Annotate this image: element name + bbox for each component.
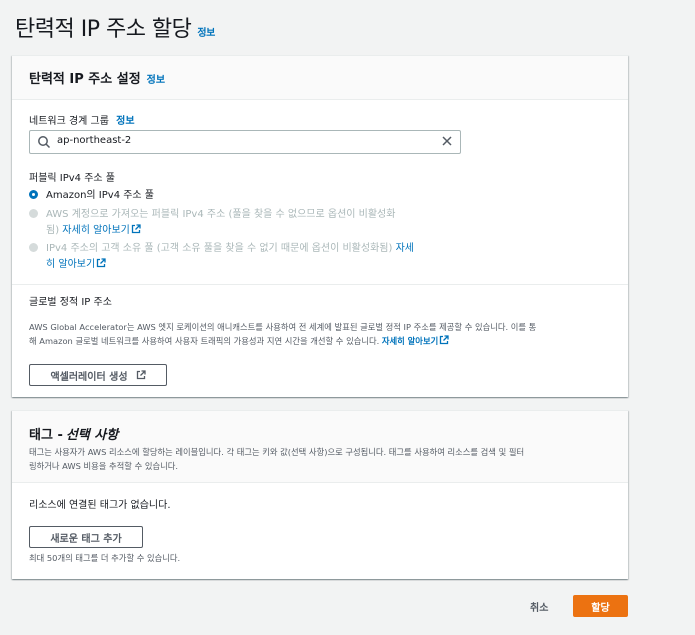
radio-byoip-label: AWS 계정으로 가져오는 퍼블릭 IPv4 주소 (풀을 찾을 수 없으므로 … (46, 207, 395, 239)
allocate-button[interactable]: 할당 (573, 595, 628, 617)
cancel-button[interactable]: 취소 (530, 599, 548, 614)
tags-title-optional: 선택 사항 (65, 428, 119, 443)
external-link-icon (97, 258, 106, 268)
byoip-learn-more-link[interactable]: 자세히 알아보기 (62, 224, 141, 236)
external-link-icon (136, 370, 146, 380)
customer-owned-learn-more-link-part1[interactable]: 자세 (396, 243, 414, 254)
network-border-group-search[interactable]: ap-northeast-2 (29, 130, 461, 154)
ipv4-pool-label: 퍼블릭 IPv4 주소 풀 (29, 173, 115, 184)
radio-byoip-text-line1: AWS 계정으로 가져오는 퍼블릭 IPv4 주소 (풀을 찾을 수 없으므로 … (46, 209, 396, 220)
add-new-tag-button[interactable]: 새로운 태그 추가 (29, 526, 143, 548)
radio-customer-owned-text: IPv4 주소의 고객 소유 풀 (고객 소유 풀을 찾을 수 없기 때문에 옵… (46, 243, 393, 254)
radio-byoip-pool: AWS 계정으로 가져오는 퍼블릭 IPv4 주소 (풀을 찾을 수 없으므로 … (29, 207, 395, 239)
global-static-ip-label: 글로벌 정적 IP 주소 (29, 297, 112, 308)
create-accelerator-button[interactable]: 액셀러레이터 생성 (29, 364, 167, 386)
global-accelerator-description: AWS Global Accelerator는 AWS 엣지 로케이션의 애니캐… (29, 320, 619, 348)
tags-title: 태그 - (29, 428, 63, 443)
settings-panel-title: 탄력적 IP 주소 설정 (29, 72, 141, 87)
radio-selected-indicator[interactable] (29, 190, 38, 199)
customer-owned-learn-more-text[interactable]: 히 알아보기 (46, 259, 95, 270)
page-info-link[interactable]: 정보 (197, 24, 215, 39)
tags-desc-line1: 태그는 사용자가 AWS 리소스에 할당하는 레이블입니다. 각 태그는 키와 … (29, 447, 525, 457)
tags-desc-line2: 링하거나 AWS 비용을 추적할 수 있습니다. (29, 461, 179, 471)
settings-info-link[interactable]: 정보 (147, 71, 165, 86)
global-learn-more-text[interactable]: 자세히 알아보기 (382, 336, 438, 346)
network-border-group-info-link[interactable]: 정보 (116, 116, 134, 127)
page-title-text: 탄력적 IP 주소 할당 (15, 17, 192, 42)
section-divider (12, 284, 628, 285)
no-tags-message: 리소스에 연결된 태그가 없습니다. (29, 500, 171, 511)
network-border-group-value[interactable]: ap-northeast-2 (57, 135, 131, 146)
external-link-icon (440, 335, 449, 345)
tags-limit-hint: 최대 50개의 태그를 더 추가할 수 있습니다. (29, 553, 181, 563)
external-link-icon (131, 224, 141, 234)
search-icon (38, 136, 51, 149)
network-border-group-label: 네트워크 경계 그룹 정보 (29, 112, 135, 127)
network-border-group-label-text: 네트워크 경계 그룹 (29, 116, 109, 127)
global-desc-line1: AWS Global Accelerator는 AWS 엣지 로케이션의 애니캐… (29, 322, 537, 332)
byoip-learn-more-text[interactable]: 자세히 알아보기 (62, 225, 130, 236)
radio-disabled-indicator (29, 209, 38, 218)
radio-customer-owned-pool: IPv4 주소의 고객 소유 풀 (고객 소유 풀을 찾을 수 없기 때문에 옵… (29, 241, 414, 273)
create-accelerator-label: 액셀러레이터 생성 (50, 371, 128, 383)
tags-panel-header: 태그 - 선택 사항 태그는 사용자가 AWS 리소스에 할당하는 레이블입니다… (12, 411, 628, 483)
radio-byoip-text-line2: 됨) (46, 225, 60, 236)
tags-description: 태그는 사용자가 AWS 리소스에 할당하는 레이블입니다. 각 태그는 키와 … (29, 445, 624, 473)
page-title: 탄력적 IP 주소 할당 정보 (15, 11, 215, 43)
customer-owned-learn-more-link[interactable]: 히 알아보기 (46, 258, 106, 270)
tags-panel: 태그 - 선택 사항 태그는 사용자가 AWS 리소스에 할당하는 레이블입니다… (12, 410, 628, 579)
elastic-ip-settings-panel: 탄력적 IP 주소 설정 정보 네트워크 경계 그룹 정보 ap-northea… (12, 55, 628, 397)
radio-disabled-indicator (29, 243, 38, 252)
radio-customer-owned-label: IPv4 주소의 고객 소유 풀 (고객 소유 풀을 찾을 수 없기 때문에 옵… (46, 241, 414, 273)
radio-amazon-pool[interactable]: Amazon의 IPv4 주소 풀 (29, 188, 154, 204)
radio-amazon-pool-label: Amazon의 IPv4 주소 풀 (46, 190, 155, 201)
global-learn-more-link[interactable]: 자세히 알아보기 (382, 335, 449, 346)
global-desc-line2: 해 Amazon 글로벌 네트워크를 사용하여 사용자 트래픽의 가용성과 지연… (29, 336, 380, 346)
clear-icon[interactable] (440, 134, 454, 148)
settings-panel-header: 탄력적 IP 주소 설정 정보 (12, 56, 628, 100)
